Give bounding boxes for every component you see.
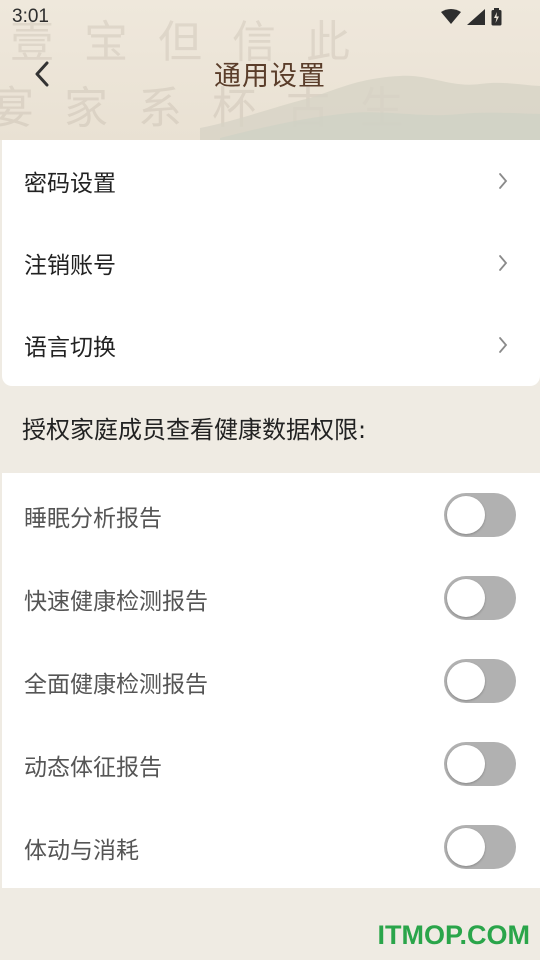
toggle-knob <box>447 745 485 783</box>
toggle-knob <box>447 579 485 617</box>
settings-row-label: 密码设置 <box>24 171 116 197</box>
settings-row-password[interactable]: 密码设置 <box>2 140 540 222</box>
screen: 壹 宝 但 信 此 宴 家 系 杯 古 生 3:01 通用设置 密码设置 注销账… <box>0 0 540 960</box>
permission-row-quick-check: 快速健康检测报告 <box>2 556 540 639</box>
page-title: 通用设置 <box>214 61 326 92</box>
permission-label: 体动与消耗 <box>24 838 139 864</box>
chevron-right-icon <box>499 255 508 271</box>
wifi-icon <box>441 9 461 24</box>
permission-row-dynamic-signs: 动态体征报告 <box>2 722 540 805</box>
status-bar: 3:01 <box>0 0 540 36</box>
full-check-toggle[interactable] <box>444 659 516 703</box>
chevron-right-icon <box>499 173 508 189</box>
permission-label: 全面健康检测报告 <box>24 672 208 698</box>
activity-toggle[interactable] <box>444 825 516 869</box>
header: 壹 宝 但 信 此 宴 家 系 杯 古 生 3:01 通用设置 <box>0 0 540 140</box>
permission-row-sleep-analysis: 睡眠分析报告 <box>2 473 540 556</box>
permission-label: 动态体征报告 <box>24 755 162 781</box>
toggle-knob <box>447 662 485 700</box>
battery-charging-icon <box>491 8 502 26</box>
dynamic-signs-toggle[interactable] <box>444 742 516 786</box>
cellular-signal-icon <box>467 9 485 25</box>
watermark: ITMOP.COM <box>377 920 530 950</box>
settings-card: 密码设置 注销账号 语言切换 <box>2 140 540 386</box>
permissions-list: 睡眠分析报告 快速健康检测报告 全面健康检测报告 动态体征报告 体动与消耗 <box>2 473 540 888</box>
settings-row-language[interactable]: 语言切换 <box>2 304 540 386</box>
settings-row-label: 注销账号 <box>24 253 116 279</box>
chevron-right-icon <box>499 337 508 353</box>
quick-check-toggle[interactable] <box>444 576 516 620</box>
sleep-analysis-toggle[interactable] <box>444 493 516 537</box>
permission-row-activity: 体动与消耗 <box>2 805 540 888</box>
toggle-knob <box>447 828 485 866</box>
permission-label: 快速健康检测报告 <box>24 589 208 615</box>
permission-label: 睡眠分析报告 <box>24 506 162 532</box>
toggle-knob <box>447 496 485 534</box>
settings-row-label: 语言切换 <box>24 335 116 361</box>
settings-row-delete-account[interactable]: 注销账号 <box>2 222 540 304</box>
status-icons <box>441 8 502 26</box>
status-time: 3:01 <box>12 6 49 27</box>
permission-row-full-check: 全面健康检测报告 <box>2 639 540 722</box>
permissions-section-title: 授权家庭成员查看健康数据权限: <box>22 416 367 444</box>
